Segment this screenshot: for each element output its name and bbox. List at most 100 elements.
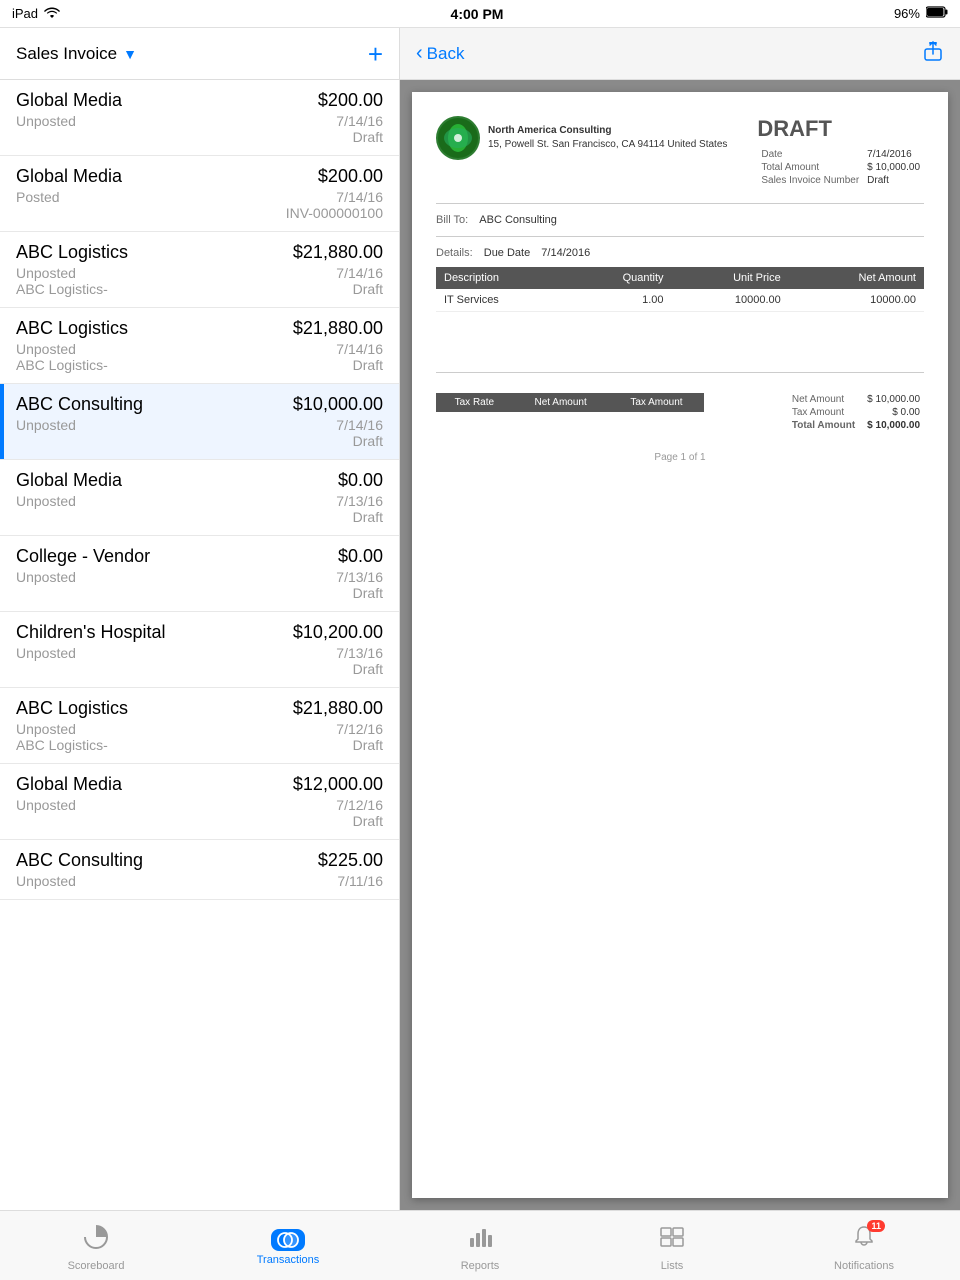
invoice-item[interactable]: Children's Hospital $10,200.00 Unposted …: [0, 612, 399, 688]
invoice-name: Children's Hospital: [16, 622, 166, 643]
tax-amount-value: $ 0.00: [859, 406, 924, 419]
invoice-item[interactable]: Global Media $200.00 Posted 7/14/16 INV-…: [0, 156, 399, 232]
sin-label: Sales Invoice Number: [757, 174, 863, 187]
invoice-status: Unposted: [16, 493, 76, 509]
battery-icon: [926, 6, 948, 21]
invoice-status: Unposted: [16, 721, 76, 737]
invoice-amount: $12,000.00: [293, 774, 383, 795]
doc-meta: Date 7/14/2016 Total Amount $ 10,000.00 …: [757, 148, 924, 187]
lists-icon: [659, 1224, 685, 1257]
net-amount-value: $ 10,000.00: [859, 393, 924, 406]
total-amount-label: Total Amount: [757, 161, 863, 174]
invoice-document-container: North America Consulting 15, Powell St. …: [400, 80, 960, 1210]
invoice-ref: Draft: [353, 737, 383, 753]
invoice-name: Global Media: [16, 470, 122, 491]
invoice-ref: Draft: [353, 661, 383, 677]
cell-unit-price: 10000.00: [672, 289, 789, 312]
invoice-ref: Draft: [353, 509, 383, 525]
invoice-amount: $21,880.00: [293, 242, 383, 263]
tax-header: Tax Amount: [609, 393, 705, 412]
left-panel: Sales Invoice ▼ + Global Media $200.00 U…: [0, 28, 400, 1210]
invoice-date: 7/14/16: [336, 113, 383, 129]
invoice-amount: $21,880.00: [293, 318, 383, 339]
tax-totals: Net Amount $ 10,000.00 Tax Amount $ 0.00…: [788, 393, 924, 432]
share-button[interactable]: [922, 40, 944, 67]
invoice-ref: INV-000000100: [286, 205, 383, 221]
invoice-status: Unposted: [16, 341, 76, 357]
bill-to-label: Bill To:: [436, 214, 468, 226]
status-time: 4:00 PM: [451, 6, 504, 22]
invoice-status: Unposted: [16, 797, 76, 813]
left-header: Sales Invoice ▼ +: [0, 28, 399, 80]
invoice-date: 7/13/16: [336, 493, 383, 509]
invoice-ref: Draft: [353, 357, 383, 373]
invoice-name: ABC Logistics: [16, 698, 128, 719]
cell-quantity: 1.00: [567, 289, 672, 312]
invoice-status: Unposted: [16, 265, 76, 281]
dropdown-arrow-icon[interactable]: ▼: [123, 46, 137, 62]
invoice-item[interactable]: ABC Consulting $225.00 Unposted 7/11/16: [0, 840, 399, 900]
invoice-name: College - Vendor: [16, 546, 150, 567]
doc-divider-2: [436, 236, 924, 237]
tab-lists[interactable]: Lists: [576, 1220, 768, 1272]
invoice-date: 7/12/16: [336, 797, 383, 813]
tax-table: Tax RateNet AmountTax Amount: [436, 393, 704, 412]
invoice-amount: $10,200.00: [293, 622, 383, 643]
invoice-date: 7/14/16: [336, 417, 383, 433]
table-row: IT Services 1.00 10000.00 10000.00: [436, 289, 924, 312]
invoice-date: 7/13/16: [336, 569, 383, 585]
scoreboard-icon: [83, 1224, 109, 1257]
bill-to-value: ABC Consulting: [479, 214, 557, 226]
cell-description: IT Services: [436, 289, 567, 312]
invoice-table: DescriptionQuantityUnit PriceNet Amount …: [436, 267, 924, 312]
invoice-ref-left: ABC Logistics-: [16, 357, 108, 373]
status-left: iPad: [12, 6, 60, 21]
transactions-icon: [271, 1229, 305, 1251]
transactions-label: Transactions: [257, 1254, 320, 1266]
date-value: 7/14/2016: [863, 148, 924, 161]
battery-label: 96%: [894, 6, 920, 21]
back-label: Back: [427, 44, 465, 64]
invoice-ref: Draft: [353, 433, 383, 449]
back-button[interactable]: ‹ Back: [416, 42, 464, 65]
tax-header: Tax Rate: [436, 393, 513, 412]
scoreboard-label: Scoreboard: [68, 1260, 125, 1272]
invoice-item[interactable]: ABC Consulting $10,000.00 Unposted 7/14/…: [0, 384, 399, 460]
due-date-label: Due Date: [484, 247, 530, 259]
add-invoice-button[interactable]: +: [368, 41, 383, 67]
invoice-amount: $0.00: [338, 546, 383, 567]
doc-company-info: North America Consulting 15, Powell St. …: [488, 124, 727, 152]
doc-draft-section: DRAFT Date 7/14/2016 Total Amount $ 10,0…: [757, 116, 924, 187]
notifications-icon: 11: [851, 1224, 877, 1257]
invoice-date: 7/14/16: [336, 189, 383, 205]
invoice-item[interactable]: Global Media $0.00 Unposted 7/13/16 Draf…: [0, 460, 399, 536]
tax-section: Tax RateNet AmountTax Amount Net Amount …: [436, 393, 924, 432]
left-header-title[interactable]: Sales Invoice ▼: [16, 44, 137, 64]
invoice-amount: $10,000.00: [293, 394, 383, 415]
table-header: Quantity: [567, 267, 672, 289]
invoice-name: ABC Logistics: [16, 242, 128, 263]
invoice-amount: $200.00: [318, 166, 383, 187]
status-bar: iPad 4:00 PM 96%: [0, 0, 960, 28]
invoice-item[interactable]: College - Vendor $0.00 Unposted 7/13/16 …: [0, 536, 399, 612]
tab-notifications[interactable]: 11 Notifications: [768, 1220, 960, 1272]
invoice-item[interactable]: Global Media $12,000.00 Unposted 7/12/16…: [0, 764, 399, 840]
invoice-status: Unposted: [16, 569, 76, 585]
invoice-item[interactable]: Global Media $200.00 Unposted 7/14/16 Dr…: [0, 80, 399, 156]
invoice-name: ABC Logistics: [16, 318, 128, 339]
invoice-item[interactable]: ABC Logistics $21,880.00 Unposted 7/12/1…: [0, 688, 399, 764]
doc-divider-1: [436, 203, 924, 204]
company-name: North America Consulting: [488, 124, 727, 138]
tab-scoreboard[interactable]: Scoreboard: [0, 1220, 192, 1272]
invoice-ref: Draft: [353, 813, 383, 829]
tab-transactions[interactable]: Transactions: [192, 1225, 384, 1266]
wifi-icon: [44, 6, 60, 21]
invoice-item[interactable]: ABC Logistics $21,880.00 Unposted 7/14/1…: [0, 232, 399, 308]
invoice-amount: $225.00: [318, 850, 383, 871]
right-header: ‹ Back: [400, 28, 960, 80]
sales-invoice-title: Sales Invoice: [16, 44, 117, 64]
notifications-label: Notifications: [834, 1260, 894, 1272]
invoice-item[interactable]: ABC Logistics $21,880.00 Unposted 7/14/1…: [0, 308, 399, 384]
total-summary-label: Total Amount: [788, 419, 859, 432]
tab-reports[interactable]: Reports: [384, 1220, 576, 1272]
